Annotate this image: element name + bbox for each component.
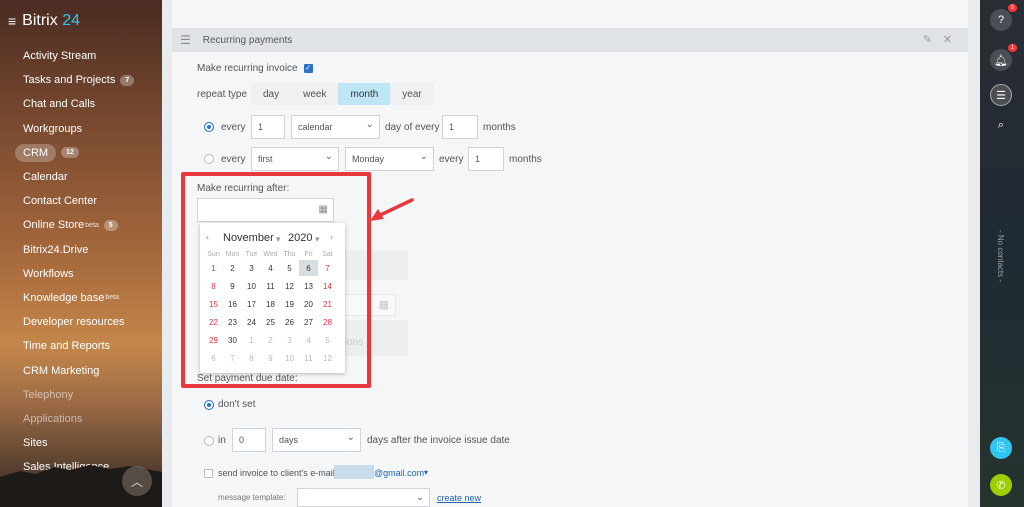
- help-badge: 9: [1007, 4, 1017, 12]
- recurring-invoice-label: Make recurring invoice: [197, 63, 298, 74]
- sidebar-item-label: Knowledge base: [23, 291, 105, 304]
- day-of-every-label: day of every: [385, 122, 440, 133]
- close-icon[interactable]: ✕: [943, 33, 952, 46]
- counter-badge: 7: [120, 74, 135, 86]
- right-bar: ? 9 🔔︎ 1 ☰ ⌕ - No contacts - ⎘ ✆: [980, 0, 1024, 507]
- dont-set-label: don't set: [218, 399, 256, 410]
- red-highlight-box: [181, 172, 371, 388]
- sidebar-item[interactable]: Telephony: [0, 383, 162, 407]
- open-lines-icon[interactable]: ⎘: [990, 437, 1012, 459]
- send-invoice-label: send invoice to client's e-mail: [218, 468, 335, 478]
- counter-badge: 12: [61, 147, 79, 159]
- sidebar-item[interactable]: Workflows: [0, 262, 162, 286]
- email-dropdown-icon[interactable]: ▾: [424, 468, 428, 477]
- sidebar-item[interactable]: Knowledge base beta: [0, 286, 162, 310]
- faded-calendar-icon: ▦: [378, 299, 389, 311]
- sidebar-item-label: Workflows: [23, 267, 74, 280]
- ordinal-select[interactable]: first: [251, 147, 339, 171]
- pencil-icon[interactable]: ✎: [923, 33, 932, 46]
- calendar-select[interactable]: calendar: [291, 115, 380, 139]
- beta-tag: beta: [105, 294, 119, 302]
- notification-badge: 1: [1007, 44, 1017, 52]
- repeat-type-label: repeat type: [197, 89, 248, 100]
- every-day-radio[interactable]: [204, 122, 214, 132]
- days-after-label: days after the invoice issue date: [367, 435, 510, 446]
- panel-header: ☰ Recurring payments ✎ ✕: [172, 28, 968, 52]
- sidebar-item-label: Chat and Calls: [23, 98, 96, 111]
- create-new-link[interactable]: create new: [437, 493, 481, 503]
- sidebar-item-label: Calendar: [23, 171, 68, 184]
- sidebar-item[interactable]: Contact Center: [0, 189, 162, 213]
- every-label-3: every: [439, 154, 464, 165]
- help-icon[interactable]: ? 9: [990, 4, 1017, 31]
- sidebar-item[interactable]: Activity Stream: [0, 44, 162, 68]
- sidebar-item-label: Tasks and Projects: [23, 74, 116, 87]
- sidebar-item[interactable]: Tasks and Projects 7: [0, 68, 162, 92]
- no-contacts-label: - No contacts -: [996, 230, 1005, 283]
- sidebar-item-label: Developer resources: [23, 316, 125, 329]
- weekday-select[interactable]: Monday: [345, 147, 434, 171]
- search-icon[interactable]: ⌕: [990, 114, 1012, 136]
- sidebar-item[interactable]: CRM 12: [0, 141, 162, 165]
- scroll-up-button[interactable]: ︿: [122, 466, 152, 496]
- beta-tag: beta: [85, 221, 99, 229]
- sidebar-item-label: Bitrix24.Drive: [23, 243, 89, 256]
- due-unit-select[interactable]: days: [272, 428, 361, 452]
- months-label-2: months: [509, 154, 542, 165]
- sidebar-item[interactable]: Workgroups: [0, 117, 162, 141]
- sidebar-item-label: Time and Reports: [23, 340, 111, 353]
- dont-set-radio[interactable]: [204, 400, 214, 410]
- repeat-day-tab[interactable]: day: [251, 83, 292, 105]
- every-label-2: every: [221, 154, 246, 165]
- sidebar-item-label: Workgroups: [23, 122, 83, 135]
- sidebar-item-label: Contact Center: [23, 195, 97, 208]
- repeat-type-tabs: day week month year: [251, 83, 434, 105]
- due-days-input[interactable]: 0: [232, 428, 266, 452]
- chat-icon[interactable]: ☰: [990, 84, 1012, 106]
- sidebar-item[interactable]: CRM Marketing: [0, 358, 162, 382]
- sidebar-item-label: CRM: [15, 143, 57, 162]
- in-days-radio[interactable]: [204, 436, 214, 446]
- sidebar-item[interactable]: Chat and Calls: [0, 92, 162, 116]
- month-interval-input[interactable]: 1: [442, 115, 478, 139]
- message-template-label: message template:: [218, 493, 286, 502]
- sidebar-item[interactable]: Bitrix24.Drive: [0, 238, 162, 262]
- sidebar-item-label: CRM Marketing: [23, 364, 100, 377]
- red-arrow-icon: [370, 198, 414, 221]
- send-invoice-checkbox[interactable]: [204, 469, 213, 478]
- left-sidebar: ≡ Bitrix 24 Activity Stream Tasks and Pro…: [0, 0, 162, 507]
- counter-badge: 5: [103, 219, 118, 231]
- every-label: every: [221, 122, 246, 133]
- month-interval-input-2[interactable]: 1: [468, 147, 504, 171]
- bell-icon[interactable]: 🔔︎ 1: [990, 44, 1017, 71]
- email-redacted: [334, 465, 374, 479]
- sidebar-item-label: Online Store: [23, 219, 85, 232]
- email-link[interactable]: @gmail.com: [374, 468, 424, 478]
- sidebar-item-label: Applications: [23, 412, 83, 425]
- sidebar-item-label: Telephony: [23, 388, 74, 401]
- app-logo[interactable]: ≡ Bitrix 24: [8, 12, 80, 30]
- months-label: months: [483, 122, 516, 133]
- every-weekday-radio[interactable]: [204, 154, 214, 164]
- sidebar-item-label: Activity Stream: [23, 50, 97, 63]
- repeat-year-tab[interactable]: year: [390, 83, 434, 105]
- sidebar-item[interactable]: Developer resources: [0, 310, 162, 334]
- sidebar-item[interactable]: Calendar: [0, 165, 162, 189]
- repeat-week-tab[interactable]: week: [291, 83, 339, 105]
- in-label: in: [218, 435, 226, 446]
- recurring-invoice-checkbox[interactable]: ✓: [303, 64, 313, 73]
- logo-text: Bitrix 24: [22, 12, 80, 29]
- menu-burger-icon[interactable]: ≡: [8, 13, 16, 29]
- repeat-month-tab[interactable]: month: [338, 83, 391, 105]
- drag-handle-icon[interactable]: ☰: [180, 33, 191, 47]
- every-day-input[interactable]: 1: [251, 115, 285, 139]
- recurring-invoice-row: Make recurring invoice ✓: [197, 63, 313, 74]
- sidebar-item[interactable]: Time and Reports: [0, 334, 162, 358]
- message-template-select[interactable]: [297, 488, 430, 507]
- sidebar-item[interactable]: Online Store beta 5: [0, 213, 162, 237]
- phone-icon[interactable]: ✆: [990, 474, 1012, 496]
- panel-title: Recurring payments: [202, 34, 293, 46]
